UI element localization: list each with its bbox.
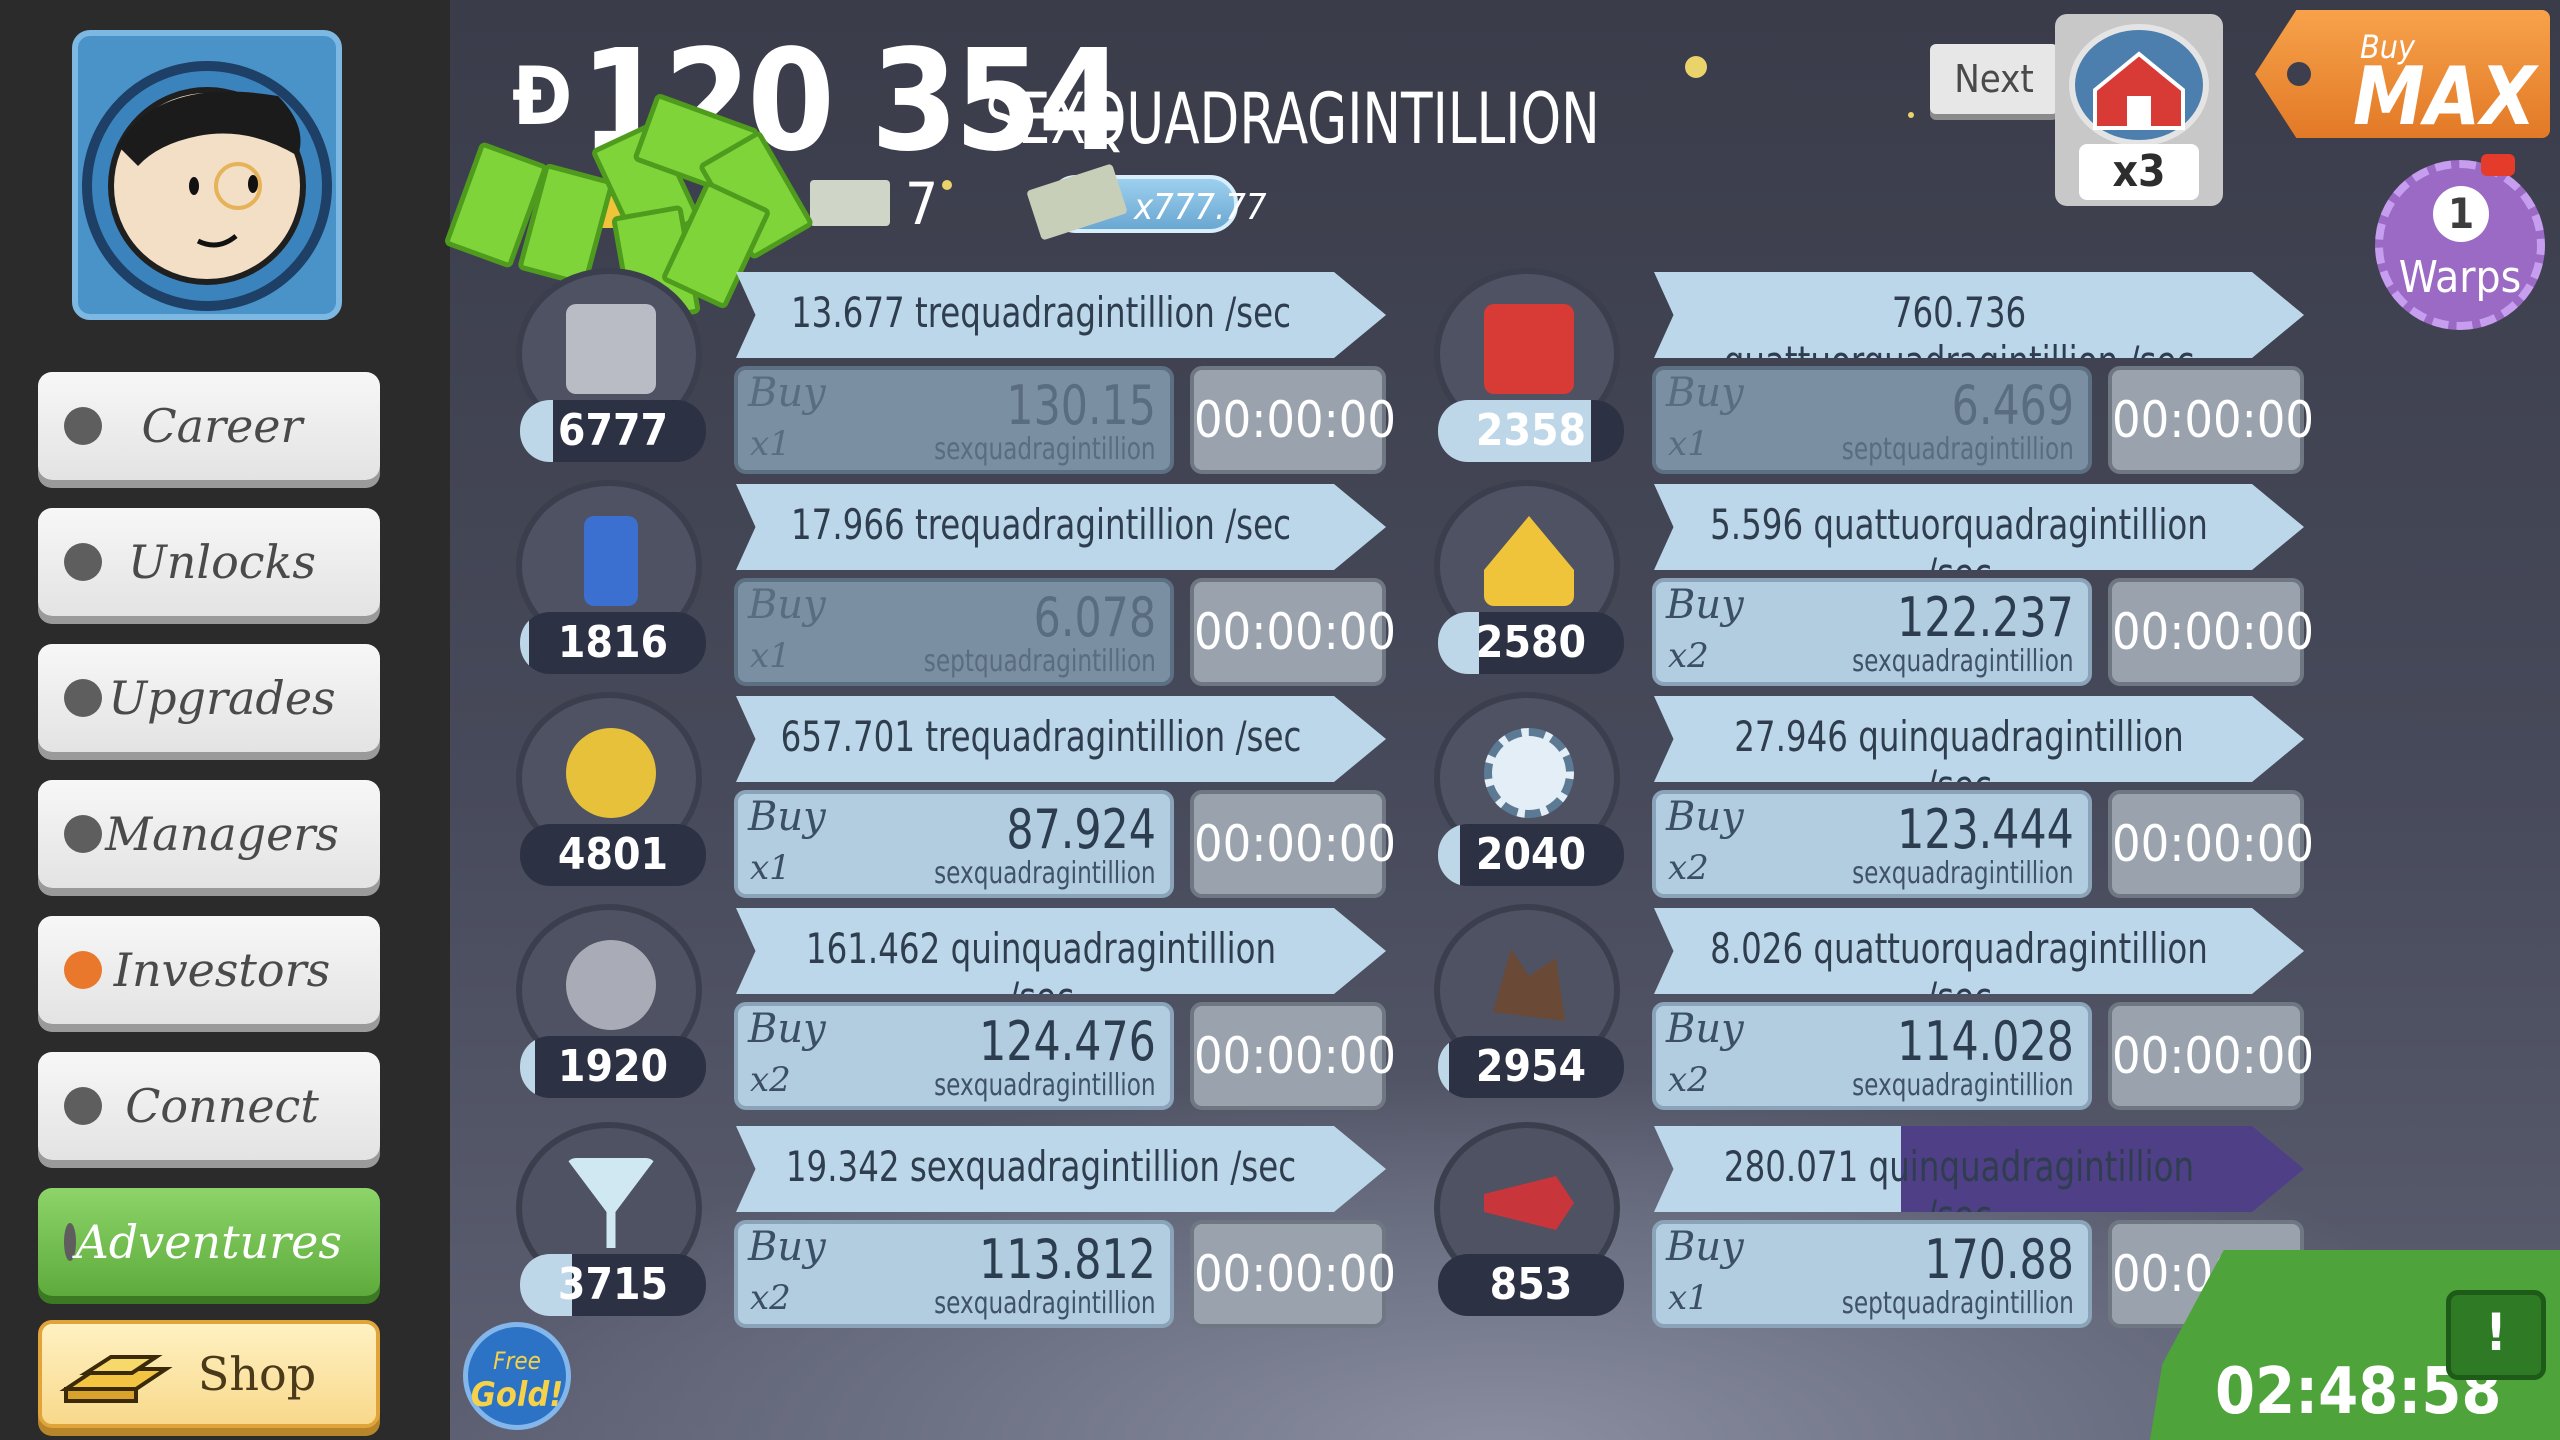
sidebar-item-label: Managers [105, 807, 339, 861]
business-count: 2358 [1438, 400, 1624, 462]
gold-bars-icon [59, 1355, 173, 1403]
sidebar-item-career[interactable]: Career [38, 372, 380, 480]
cycle-timer: 00:00:00 [1190, 790, 1396, 898]
cycle-timer: 00:00:00 [1190, 578, 1396, 686]
tv-alert-icon[interactable]: ! [2446, 1290, 2546, 1380]
business-count: 853 [1438, 1254, 1624, 1316]
megabucks-icon [810, 180, 890, 226]
profit-multiplier-value: x777.77 [1134, 187, 1267, 228]
notification-dot-icon [64, 815, 102, 853]
profit-rate-banner[interactable]: 8.026 quattuorquadragintillion /sec [1654, 908, 2304, 994]
star-decoration [1908, 112, 1914, 118]
profit-rate-banner[interactable]: 19.342 sexquadragintillion /sec [736, 1126, 1386, 1212]
warps-button[interactable]: 1 Warps [2375, 154, 2545, 330]
buy-button[interactable]: Buy x1 170.88 septquadragintillion [1652, 1220, 2092, 1328]
business-count: 3715 [520, 1254, 706, 1316]
buy-max-button[interactable]: Buy MAX [2255, 10, 2550, 138]
astronaut-face-icon [82, 61, 332, 311]
profit-rate-banner[interactable]: 17.966 trequadragintillion /sec [736, 484, 1386, 570]
money-unit: SEXQUADRAGINTILLION [985, 78, 1600, 160]
barn-icon [2069, 24, 2209, 146]
bow-icon [2481, 154, 2515, 176]
sidebar-item-upgrades[interactable]: Upgrades [38, 644, 380, 752]
tag-hole-icon [2287, 62, 2311, 86]
warps-label: Warps [2398, 252, 2522, 303]
next-unlock-button[interactable]: Next [1930, 44, 2058, 114]
profit-rate-banner[interactable]: 161.462 quinquadragintillion /sec [736, 908, 1386, 994]
sidebar-item-label: Shop [197, 1347, 317, 1401]
buy-button[interactable]: Buy x2 123.444 sexquadragintillion [1652, 790, 2092, 898]
cycle-timer: 00:00:00 [2108, 790, 2314, 898]
cycle-timer: 00:00:00 [2108, 578, 2314, 686]
buy-max-label-main: MAX [2353, 50, 2536, 143]
player-avatar[interactable] [72, 30, 342, 320]
sidebar-item-connect[interactable]: Connect [38, 1052, 380, 1160]
next-unlock-card[interactable]: x3 [2055, 14, 2223, 206]
buy-button[interactable]: Buy x1 87.924 sexquadragintillion [734, 790, 1174, 898]
profit-rate-banner[interactable]: 5.596 quattuorquadragintillion /sec [1654, 484, 2304, 570]
business-count: 6777 [520, 400, 706, 462]
sidebar-item-unlocks[interactable]: Unlocks [38, 508, 380, 616]
sidebar-item-label: Upgrades [108, 671, 336, 725]
buy-button[interactable]: Buy x2 122.237 sexquadragintillion [1652, 578, 2092, 686]
sidebar-item-adventures[interactable]: Adventures [38, 1188, 380, 1296]
cycle-timer: 00:00:00 [1190, 366, 1396, 474]
sidebar-item-shop[interactable]: Shop [38, 1320, 380, 1428]
buy-button[interactable]: Buy x2 113.812 sexquadragintillion [734, 1220, 1174, 1328]
sidebar-item-label: Investors [113, 943, 331, 997]
free-gold-button[interactable]: Free Gold! [463, 1322, 571, 1430]
cycle-timer: 00:00:00 [2108, 1002, 2314, 1110]
sidebar: Career Unlocks Upgrades Managers Investo… [0, 0, 450, 1440]
sidebar-item-investors[interactable]: Investors [38, 916, 380, 1024]
sidebar-item-label: Career [141, 399, 303, 453]
cycle-timer: 00:00:00 [1190, 1002, 1396, 1110]
buy-button[interactable]: Buy x1 130.15 sexquadragintillion [734, 366, 1174, 474]
business-count: 1816 [520, 612, 706, 674]
sidebar-item-managers[interactable]: Managers [38, 780, 380, 888]
profit-rate-banner[interactable]: 280.071 quinquadragintillion /sec [1654, 1126, 2304, 1212]
sidebar-item-label: Connect [125, 1079, 319, 1133]
cycle-timer: 00:00:00 [2108, 366, 2314, 474]
notification-dot-icon [64, 1223, 76, 1261]
notification-dot-icon [64, 679, 102, 717]
notification-dot-icon [64, 1087, 102, 1125]
star-decoration [1685, 56, 1707, 78]
buy-button[interactable]: Buy x2 124.476 sexquadragintillion [734, 1002, 1174, 1110]
profit-rate-banner[interactable]: 13.677 trequadragintillion /sec [736, 272, 1386, 358]
business-count: 4801 [520, 824, 706, 886]
cycle-timer: 00:00:00 [1190, 1220, 1396, 1328]
profit-rate-banner[interactable]: 27.946 quinquadragintillion /sec [1654, 696, 2304, 782]
warps-count: 1 [2433, 186, 2489, 242]
business-count: 2580 [1438, 612, 1624, 674]
profit-rate-banner[interactable]: 760.736 quattuorquadragintillion /sec [1654, 272, 2304, 358]
buy-button[interactable]: Buy x2 114.028 sexquadragintillion [1652, 1002, 2092, 1110]
business-count: 2954 [1438, 1036, 1624, 1098]
business-count: 1920 [520, 1036, 706, 1098]
notification-dot-icon [64, 543, 102, 581]
sidebar-item-label: Adventures [75, 1215, 342, 1269]
megabucks-count: 7 [905, 170, 939, 238]
notification-dot-icon [64, 407, 102, 445]
profit-rate-banner[interactable]: 657.701 trequadragintillion /sec [736, 696, 1386, 782]
sidebar-item-label: Unlocks [127, 535, 317, 589]
business-count: 2040 [1438, 824, 1624, 886]
notification-dot-icon [64, 951, 102, 989]
buy-button[interactable]: Buy x1 6.469 septquadragintillion [1652, 366, 2092, 474]
next-unlock-multiplier: x3 [2079, 144, 2199, 200]
buy-button[interactable]: Buy x1 6.078 septquadragintillion [734, 578, 1174, 686]
